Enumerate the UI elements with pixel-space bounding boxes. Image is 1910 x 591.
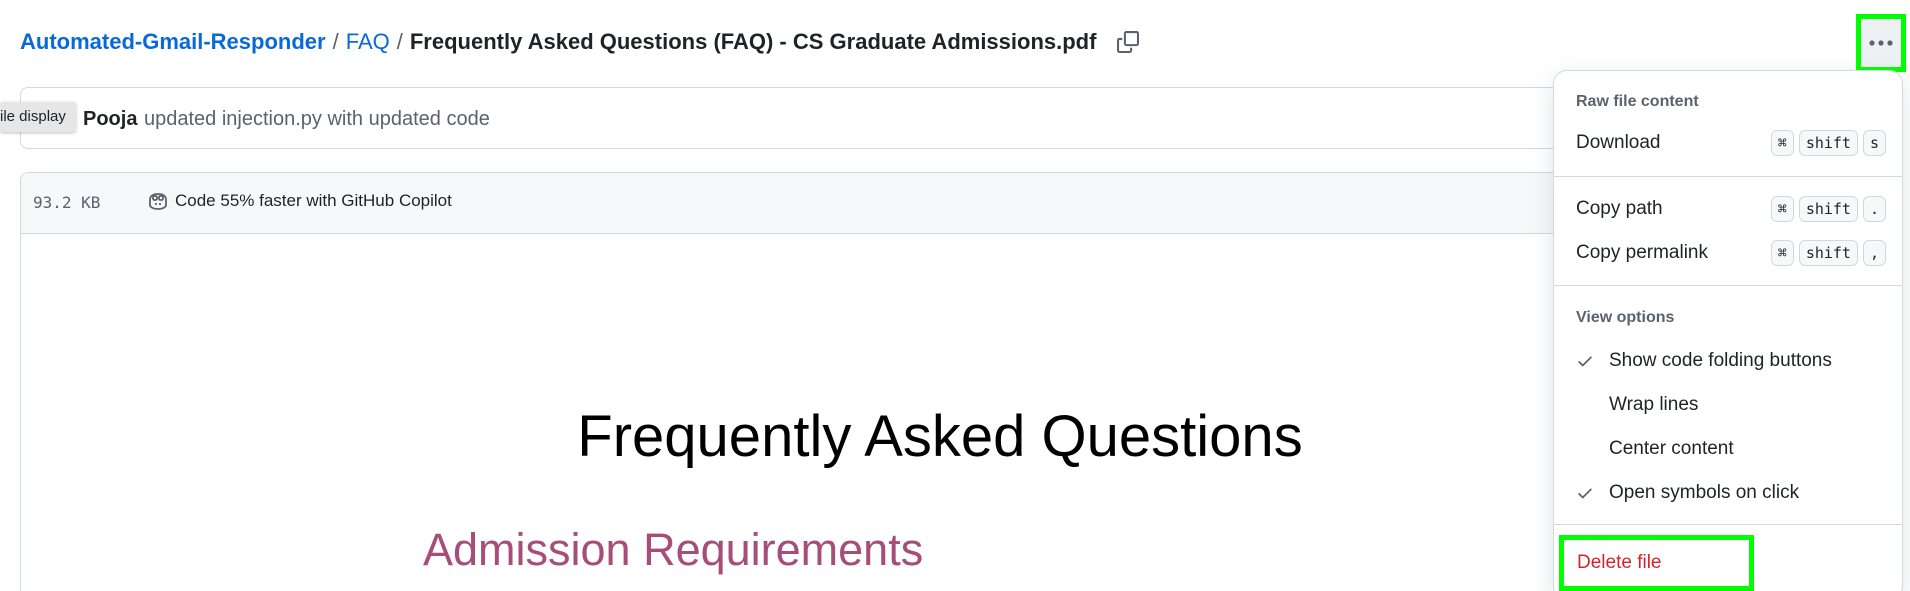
copilot-promo-text: Code 55% faster with GitHub Copilot bbox=[175, 191, 452, 210]
menu-item-copy-path[interactable]: Copy path ⌘ shift . bbox=[1576, 191, 1886, 227]
menu-divider bbox=[1554, 524, 1902, 525]
menu-item-download[interactable]: Download ⌘ shift s bbox=[1576, 125, 1886, 161]
document-heading: Admission Requirements bbox=[423, 524, 924, 575]
menu-item-label: Center content bbox=[1609, 438, 1734, 459]
tooltip: ile display bbox=[0, 102, 76, 132]
copy-icon bbox=[1117, 31, 1140, 53]
menu-section-raw-label: Raw file content bbox=[1576, 93, 1699, 110]
menu-item-label: Delete file bbox=[1577, 552, 1662, 573]
keyboard-shortcut: ⌘ shift s bbox=[1770, 130, 1886, 156]
breadcrumb-repo-link[interactable]: Automated-Gmail-Responder bbox=[20, 28, 326, 56]
menu-item-copy-permalink[interactable]: Copy permalink ⌘ shift , bbox=[1576, 235, 1886, 271]
breadcrumb-folder-link[interactable]: FAQ bbox=[346, 28, 390, 56]
menu-item-show-code-folding[interactable]: Show code folding buttons bbox=[1576, 343, 1886, 379]
menu-item-label: Copy permalink bbox=[1576, 242, 1708, 263]
file-size: 93.2 KB bbox=[33, 193, 101, 212]
copilot-icon bbox=[149, 193, 167, 210]
keyboard-shortcut: ⌘ shift , bbox=[1770, 240, 1886, 266]
check-icon bbox=[1578, 488, 1592, 499]
breadcrumb-separator: / bbox=[332, 29, 339, 54]
file-options-menu: Raw file content Download ⌘ shift s Copy… bbox=[1553, 70, 1903, 591]
menu-divider bbox=[1554, 176, 1902, 177]
kebab-horizontal-icon bbox=[1869, 40, 1893, 46]
menu-item-label: Copy path bbox=[1576, 198, 1663, 219]
breadcrumb-file-name: Frequently Asked Questions (FAQ) - CS Gr… bbox=[409, 29, 1097, 54]
menu-item-label: Download bbox=[1576, 132, 1661, 153]
key-cmd: ⌘ bbox=[1770, 240, 1794, 266]
menu-item-label: Open symbols on click bbox=[1609, 482, 1800, 503]
key-cmd: ⌘ bbox=[1770, 196, 1794, 222]
menu-divider bbox=[1554, 285, 1902, 286]
more-options-button[interactable] bbox=[1856, 14, 1906, 72]
menu-item-label: Show code folding buttons bbox=[1609, 350, 1832, 371]
key-shift: shift bbox=[1798, 196, 1858, 222]
key-cmd: ⌘ bbox=[1770, 130, 1794, 156]
commit-author[interactable]: Pooja bbox=[83, 108, 137, 131]
check-icon bbox=[1578, 356, 1592, 367]
menu-item-label: Wrap lines bbox=[1609, 394, 1699, 415]
menu-item-open-symbols[interactable]: Open symbols on click bbox=[1576, 475, 1886, 511]
file-header: 93.2 KB Code 55% faster with GitHub Copi… bbox=[21, 173, 1639, 234]
keyboard-shortcut: ⌘ shift . bbox=[1770, 196, 1886, 222]
key-comma: , bbox=[1862, 240, 1886, 266]
key-s: s bbox=[1862, 130, 1886, 156]
menu-item-delete-file[interactable]: Delete file bbox=[1559, 535, 1754, 591]
key-shift: shift bbox=[1798, 240, 1858, 266]
breadcrumb-separator: / bbox=[396, 29, 403, 54]
menu-section-view-label: View options bbox=[1576, 309, 1675, 326]
key-period: . bbox=[1862, 196, 1886, 222]
copy-path-button[interactable] bbox=[1114, 28, 1142, 56]
commit-message[interactable]: updated injection.py with updated code bbox=[144, 108, 490, 131]
copilot-promo-link[interactable]: Code 55% faster with GitHub Copilot bbox=[147, 191, 452, 211]
latest-commit-bar: Pooja updated injection.py with updated … bbox=[20, 87, 1640, 149]
key-shift: shift bbox=[1798, 130, 1858, 156]
menu-item-wrap-lines[interactable]: Wrap lines bbox=[1576, 387, 1886, 423]
breadcrumb: Automated-Gmail-Responder / FAQ / Freque… bbox=[20, 28, 1142, 56]
menu-item-center-content[interactable]: Center content bbox=[1576, 431, 1886, 467]
